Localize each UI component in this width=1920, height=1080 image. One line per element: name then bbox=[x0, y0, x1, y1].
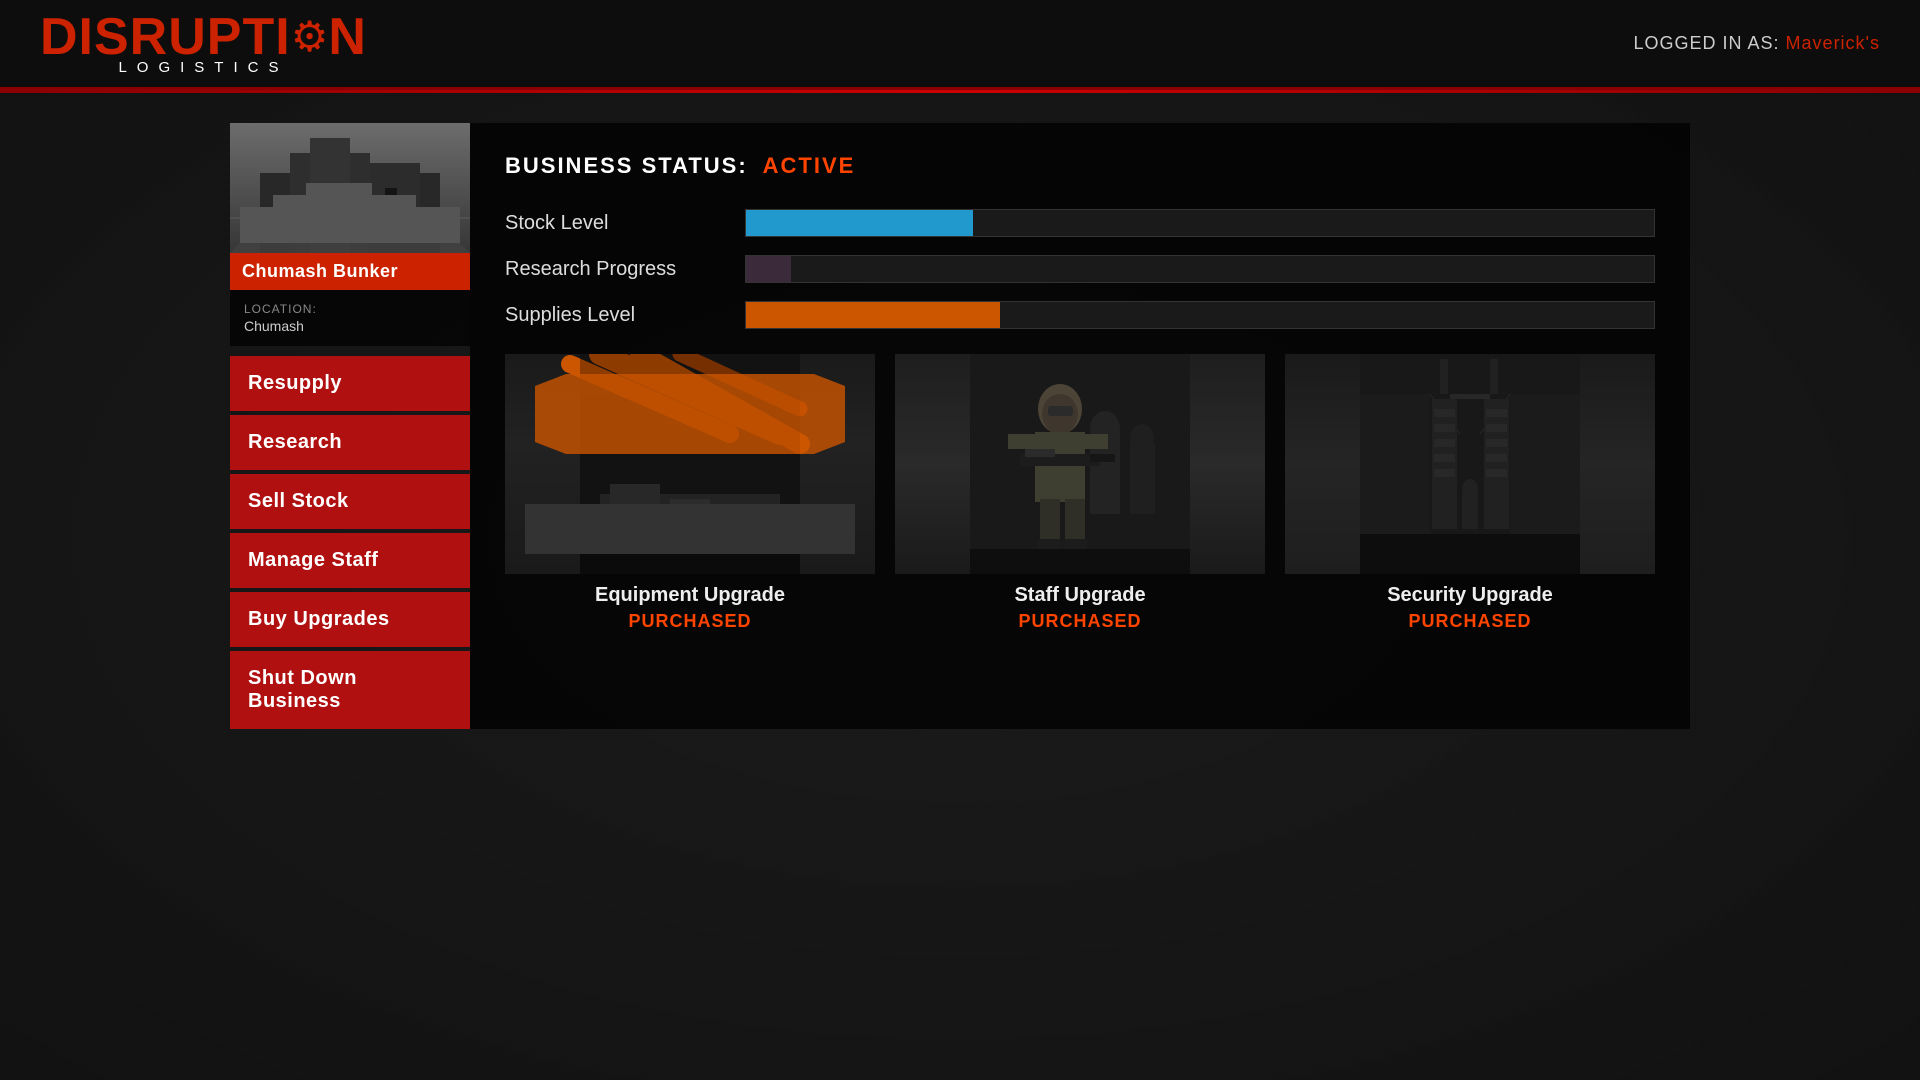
upgrade-image-staff bbox=[895, 354, 1265, 574]
upgrade-image-security bbox=[1285, 354, 1655, 574]
upgrade-title-staff: Staff Upgrade bbox=[1014, 584, 1145, 607]
stat-row-research: Research Progress bbox=[505, 255, 1655, 283]
logged-in-user: Maverick's bbox=[1786, 33, 1880, 53]
bunker-image bbox=[230, 123, 470, 253]
upgrade-svg-staff bbox=[895, 354, 1265, 574]
menu-btn-research[interactable]: Research bbox=[230, 415, 470, 470]
stat-bar-container-research bbox=[745, 255, 1655, 283]
location-value: Chumash bbox=[244, 318, 456, 334]
business-status-row: BUSINESS STATUS: ACTIVE bbox=[505, 153, 1655, 179]
logo-text-end: N bbox=[328, 11, 367, 63]
menu-btn-manage-staff[interactable]: Manage Staff bbox=[230, 533, 470, 588]
bunker-name: Chumash Bunker bbox=[242, 261, 398, 281]
stat-label-supplies: Supplies Level bbox=[505, 304, 725, 327]
logo: DISRUPTI ⚙ N LOGISTICS bbox=[40, 11, 367, 76]
stat-bar-container-stock bbox=[745, 209, 1655, 237]
business-status-value: ACTIVE bbox=[763, 153, 856, 179]
upgrade-card-staff: Staff Upgrade PURCHASED bbox=[895, 354, 1265, 632]
upgrade-title-equipment: Equipment Upgrade bbox=[595, 584, 785, 607]
upgrade-card-security: Security Upgrade PURCHASED bbox=[1285, 354, 1655, 632]
upgrade-status-staff: PURCHASED bbox=[1018, 611, 1141, 632]
right-panel: BUSINESS STATUS: ACTIVE Stock Level Rese… bbox=[470, 123, 1690, 729]
upgrades-section: Equipment Upgrade PURCHASED bbox=[505, 354, 1655, 632]
bunker-name-bar: Chumash Bunker bbox=[230, 253, 470, 290]
menu-buttons: Resupply Research Sell Stock Manage Staf… bbox=[230, 356, 470, 729]
upgrade-svg-equipment bbox=[505, 354, 875, 574]
logo-text: DISRUPTI bbox=[40, 11, 291, 63]
upgrade-status-equipment: PURCHASED bbox=[628, 611, 751, 632]
logo-subtitle: LOGISTICS bbox=[118, 59, 288, 76]
main-content: Chumash Bunker LOCATION: Chumash Resuppl… bbox=[0, 93, 1920, 759]
logo-gear-icon: ⚙ bbox=[291, 16, 329, 58]
upgrade-svg-security bbox=[1285, 354, 1655, 574]
business-status-label: BUSINESS STATUS: bbox=[505, 153, 748, 179]
bunker-image-inner bbox=[230, 123, 470, 253]
upgrade-image-equipment bbox=[505, 354, 875, 574]
upgrade-card-equipment: Equipment Upgrade PURCHASED bbox=[505, 354, 875, 632]
logged-in-section: LOGGED IN AS: Maverick's bbox=[1633, 33, 1880, 54]
menu-btn-resupply[interactable]: Resupply bbox=[230, 356, 470, 411]
stat-row-supplies: Supplies Level bbox=[505, 301, 1655, 329]
menu-btn-buy-upgrades[interactable]: Buy Upgrades bbox=[230, 592, 470, 647]
location-label: LOCATION: bbox=[244, 302, 456, 316]
logged-in-label: LOGGED IN AS: bbox=[1633, 33, 1779, 53]
stat-row-stock: Stock Level bbox=[505, 209, 1655, 237]
upgrade-title-security: Security Upgrade bbox=[1387, 584, 1553, 607]
menu-btn-shut-down[interactable]: Shut Down Business bbox=[230, 651, 470, 729]
bunker-svg bbox=[230, 123, 470, 253]
stat-bar-fill-supplies bbox=[746, 302, 1000, 328]
stat-bar-fill-research bbox=[746, 256, 791, 282]
stat-bar-container-supplies bbox=[745, 301, 1655, 329]
stat-bar-fill-stock bbox=[746, 210, 973, 236]
upgrade-status-security: PURCHASED bbox=[1408, 611, 1531, 632]
location-info: LOCATION: Chumash bbox=[230, 290, 470, 346]
stats-section: Stock Level Research Progress Supplies L… bbox=[505, 209, 1655, 329]
stat-label-stock: Stock Level bbox=[505, 212, 725, 235]
left-panel: Chumash Bunker LOCATION: Chumash Resuppl… bbox=[230, 123, 470, 729]
header: DISRUPTI ⚙ N LOGISTICS LOGGED IN AS: Mav… bbox=[0, 0, 1920, 90]
stat-label-research: Research Progress bbox=[505, 258, 725, 281]
menu-btn-sell-stock[interactable]: Sell Stock bbox=[230, 474, 470, 529]
